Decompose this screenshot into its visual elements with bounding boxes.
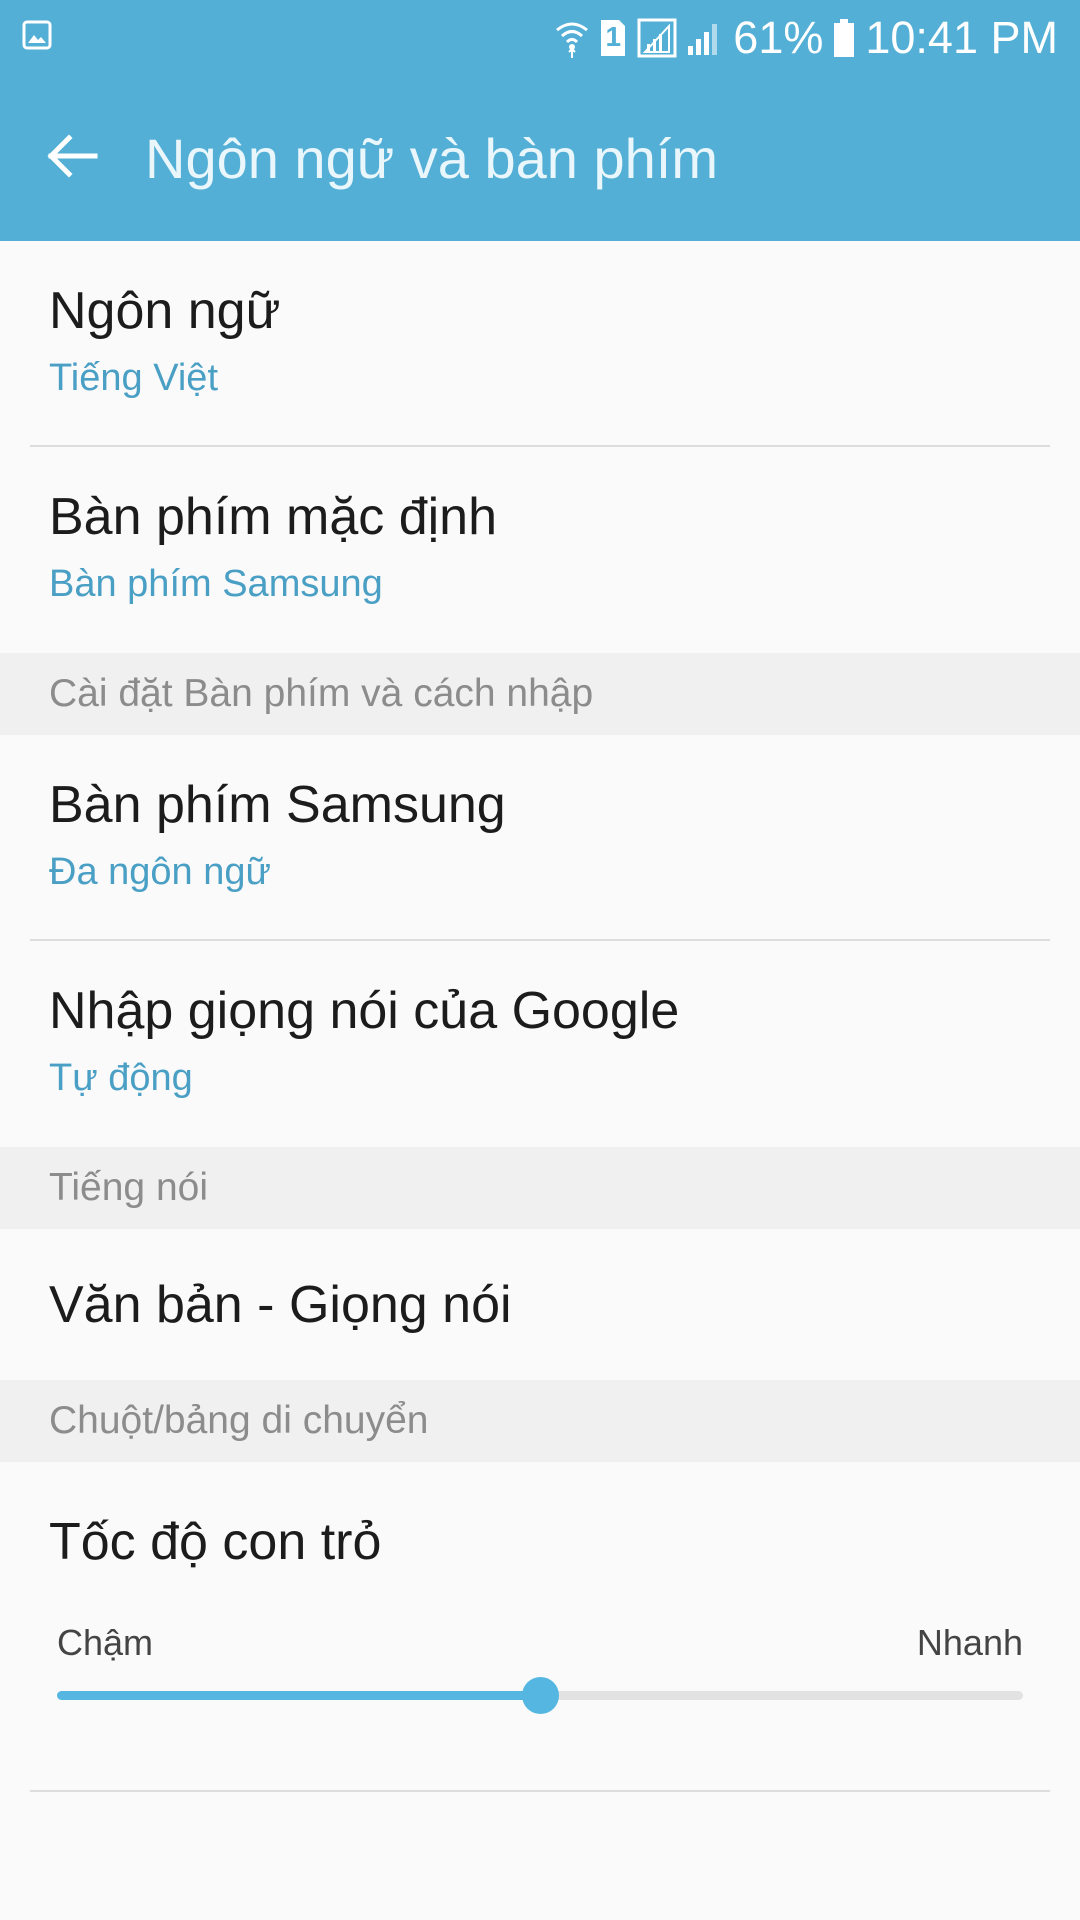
default-keyboard-title: Bàn phím mặc định — [49, 488, 498, 546]
language-title: Ngôn ngữ — [49, 282, 281, 340]
pointer-speed-title: Tốc độ con trỏ — [49, 1513, 382, 1571]
section-header-keyboard-input: Cài đặt Bàn phím và cách nhập — [0, 653, 1080, 735]
text-to-speech-title: Văn bản - Giọng nói — [49, 1275, 512, 1334]
battery-icon — [833, 18, 855, 58]
slider-thumb[interactable] — [522, 1677, 559, 1714]
page-title: Ngôn ngữ và bàn phím — [145, 126, 718, 190]
status-icons: 1 61% 10:41 PM — [555, 0, 1058, 75]
samsung-keyboard-value: Đa ngôn ngữ — [49, 851, 271, 893]
gallery-icon — [22, 20, 52, 50]
samsung-keyboard-item[interactable]: Bàn phím Samsung Đa ngôn ngữ — [0, 735, 1080, 941]
clock: 10:41 PM — [865, 11, 1058, 63]
google-voice-typing-title: Nhập giọng nói của Google — [49, 982, 680, 1040]
wifi-icon — [555, 18, 589, 58]
language-item[interactable]: Ngôn ngữ Tiếng Việt — [0, 241, 1080, 447]
settings-list: Ngôn ngữ Tiếng Việt Bàn phím mặc định Bà… — [0, 241, 1080, 1792]
slider-max-label: Nhanh — [916, 1622, 1023, 1663]
text-to-speech-item[interactable]: Văn bản - Giọng nói — [0, 1229, 1080, 1380]
pointer-speed-item: Tốc độ con trỏ Chậm Nhanh — [0, 1462, 1080, 1792]
slider-min-label: Chậm — [57, 1622, 154, 1663]
app-bar: Ngôn ngữ và bàn phím — [0, 75, 1080, 241]
divider — [30, 1790, 1050, 1792]
sim-badge: 1 — [605, 20, 622, 52]
google-voice-typing-item[interactable]: Nhập giọng nói của Google Tự động — [0, 941, 1080, 1147]
language-value: Tiếng Việt — [49, 357, 218, 399]
back-button[interactable] — [38, 123, 108, 193]
pointer-speed-slider[interactable] — [57, 1677, 1023, 1714]
signal-sim1-icon — [637, 18, 677, 58]
status-bar: 1 61% 10:41 PM — [0, 0, 1080, 75]
samsung-keyboard-title: Bàn phím Samsung — [49, 776, 506, 834]
default-keyboard-item[interactable]: Bàn phím mặc định Bàn phím Samsung — [0, 447, 1080, 653]
section-header-speech: Tiếng nói — [0, 1147, 1080, 1229]
arrow-left-icon — [47, 133, 99, 183]
signal-icon — [687, 20, 723, 56]
default-keyboard-value: Bàn phím Samsung — [49, 563, 383, 605]
sim-icon: 1 — [599, 18, 627, 58]
slider-fill — [57, 1691, 540, 1700]
section-header-mouse-trackpad: Chuột/bảng di chuyển — [0, 1380, 1080, 1462]
google-voice-typing-value: Tự động — [49, 1057, 193, 1099]
battery-percent: 61% — [733, 11, 824, 63]
